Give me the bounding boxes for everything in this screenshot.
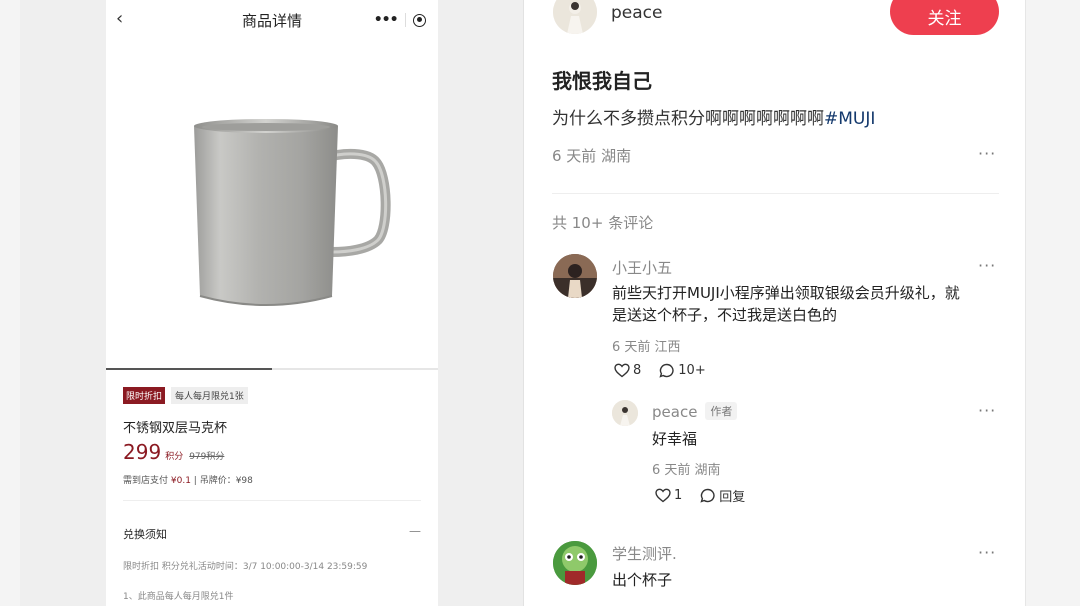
product-name: 不锈钢双层马克杯 <box>123 421 228 436</box>
payment-info: 需到店支付 ¥0.1 | 吊牌价：¥98 <box>123 473 253 486</box>
comment-actions: 8 10+ <box>614 363 720 378</box>
comment-icon <box>700 488 715 503</box>
comment-text-line: 前些天打开MUJI小程序弹出领取银级会员升级礼，就 <box>612 284 960 302</box>
reply-text: 好幸福 <box>652 430 698 448</box>
comment-count: 共 10+ 条评论 <box>552 214 654 232</box>
comment-author[interactable]: 学生测评. <box>612 543 677 564</box>
comment-text: 出个杯子 <box>612 571 673 589</box>
reply-actions: 1 回复 <box>655 486 759 505</box>
nav-bar: ‹ 商品详情 ••• <box>106 0 438 40</box>
reply-count: 10+ <box>678 363 706 378</box>
image-carousel-indicator <box>106 368 438 370</box>
discount-tag: 限时折扣 <box>123 387 166 404</box>
hashtag-link[interactable]: #MUJI <box>824 109 875 129</box>
more-icon[interactable]: ••• <box>374 12 399 28</box>
like-count: 8 <box>633 363 642 378</box>
like-button[interactable]: 8 <box>614 363 641 378</box>
post-title: 我恨我自己 <box>552 69 652 93</box>
like-count: 1 <box>674 488 683 503</box>
comment-more-icon[interactable]: ··· <box>978 256 996 275</box>
target-icon[interactable] <box>413 13 427 27</box>
heart-icon <box>614 363 630 378</box>
comment-author[interactable]: 小王小五 <box>612 257 672 278</box>
pay-suffix: | 吊牌价：¥98 <box>190 476 253 486</box>
reply-author-avatar[interactable] <box>612 400 638 426</box>
follow-button[interactable]: 关注 <box>890 0 999 35</box>
carousel-indicator-fill <box>106 368 272 370</box>
price-unit: 积分 <box>165 452 184 462</box>
reply-meta: 6 天前 湖南 <box>652 463 721 478</box>
comment-more-icon[interactable]: ··· <box>978 543 996 562</box>
author-badge: 作者 <box>705 402 738 420</box>
commenter-avatar[interactable] <box>553 254 597 298</box>
reply-author: peace 作者 <box>652 402 738 421</box>
post-body: 为什么不多攒点积分啊啊啊啊啊啊啊#MUJI <box>552 104 875 129</box>
original-price: 979积分 <box>189 452 225 462</box>
comment-text: 前些天打开MUJI小程序弹出领取银级会员升级礼，就 是送这个杯子，不过我是送白色… <box>612 282 960 326</box>
post-panel: peace 关注 我恨我自己 为什么不多攒点积分啊啊啊啊啊啊啊#MUJI 6 天… <box>524 0 1026 606</box>
reply-more-icon[interactable]: ··· <box>978 401 996 420</box>
heart-icon <box>655 488 671 503</box>
comment-icon <box>659 363 674 378</box>
post-meta: 6 天前 湖南 <box>552 147 632 165</box>
reply-button[interactable]: 回复 <box>700 486 745 505</box>
post-text: 为什么不多攒点积分啊啊啊啊啊啊啊 <box>552 109 824 129</box>
divider <box>123 500 421 501</box>
notice-time: 限时折扣 积分兑礼活动时间：3/7 10:00:00-3/14 23:59:59 <box>123 562 368 572</box>
pay-prefix: 需到店支付 <box>123 476 169 486</box>
like-button[interactable]: 1 <box>655 488 682 503</box>
capsule-divider <box>404 13 406 27</box>
reply-author-name[interactable]: peace <box>652 403 697 421</box>
divider <box>552 193 999 194</box>
price-row: 299 积分 979积分 <box>123 440 224 464</box>
limit-tag: 每人每月限兑1张 <box>171 387 248 404</box>
comment-text-line: 是送这个杯子，不过我是送白色的 <box>612 306 838 324</box>
price-points: 299 <box>123 440 162 464</box>
post-more-icon[interactable]: ··· <box>978 144 996 163</box>
capsule-menu: ••• <box>370 8 430 32</box>
tag-row: 限时折扣 每人每月限兑1张 <box>123 387 248 404</box>
notice-title: 兑换须知 <box>123 528 167 541</box>
commenter-avatar[interactable] <box>553 541 597 585</box>
reply-label: 回复 <box>719 490 746 505</box>
reply-button[interactable]: 10+ <box>659 363 706 378</box>
collapse-toggle[interactable]: — <box>409 524 421 538</box>
product-image[interactable] <box>106 40 438 368</box>
author-name[interactable]: peace <box>611 3 662 23</box>
comment-meta: 6 天前 江西 <box>612 340 681 355</box>
pay-amount: ¥0.1 <box>170 476 191 486</box>
author-avatar[interactable] <box>553 0 597 34</box>
notice-rule: 1、此商品每人每月限兑1件 <box>123 592 234 602</box>
mini-program-screen: ‹ 商品详情 ••• 限时折扣 每人每月限兑1张 不锈钢双层马克杯 299 积分… <box>106 0 438 606</box>
